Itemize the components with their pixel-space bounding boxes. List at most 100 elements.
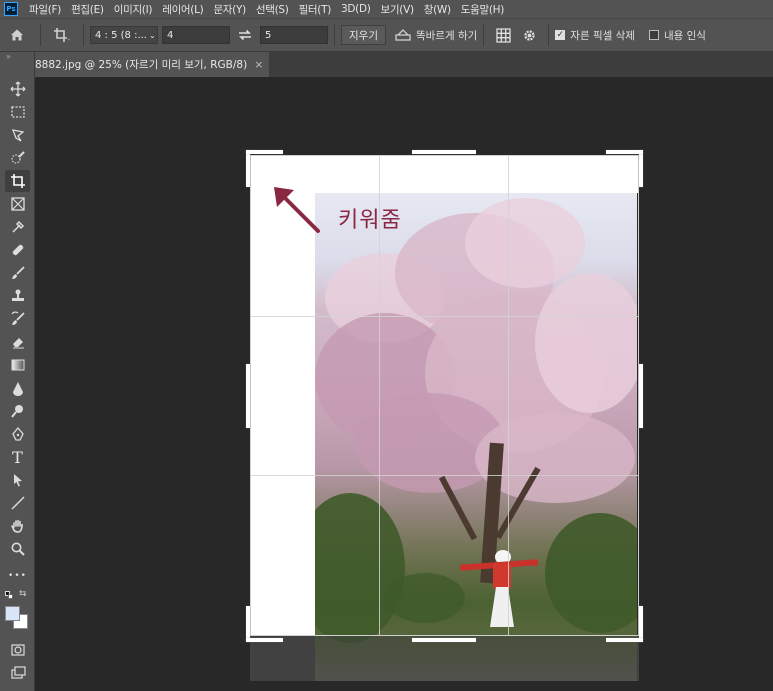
menu-filter[interactable]: 필터(T) <box>294 2 336 17</box>
separator <box>83 24 84 46</box>
stamp-icon <box>11 289 24 301</box>
crop-tool[interactable] <box>5 170 30 192</box>
healing-brush-tool[interactable] <box>5 239 30 261</box>
menu-window[interactable]: 창(W) <box>419 2 456 17</box>
crop-handle-bottom-left[interactable] <box>246 638 283 642</box>
delete-pixels-checkbox[interactable]: ✓ <box>555 30 566 40</box>
width-input[interactable]: 4 <box>162 26 230 44</box>
marquee-tool[interactable] <box>5 101 30 123</box>
gear-icon[interactable] <box>516 28 542 43</box>
lasso-icon <box>11 129 24 142</box>
dodge-tool[interactable] <box>5 400 30 422</box>
blur-tool[interactable] <box>5 377 30 399</box>
separator <box>548 24 550 46</box>
brush-tool[interactable] <box>5 262 30 284</box>
crop-handle-top-right[interactable] <box>606 150 643 154</box>
arrow-pointer-icon <box>13 474 22 487</box>
crop-handle-top-left[interactable] <box>246 150 250 187</box>
crop-grid-line <box>251 475 638 476</box>
bandage-icon <box>12 244 23 256</box>
aspect-ratio-value: 4 : 5 (8 :... <box>95 29 147 41</box>
line-icon <box>10 496 25 510</box>
dodge-icon <box>10 405 23 418</box>
crop-outside-shade <box>250 636 639 681</box>
delete-pixels-checkbox-group[interactable]: ✓ 자른 픽셀 삭제 <box>555 28 635 43</box>
line-tool[interactable] <box>5 492 30 514</box>
document-tab-bar: 8882.jpg @ 25% (자르기 미리 보기, RGB/8) × <box>35 52 773 77</box>
path-select-tool[interactable] <box>5 469 30 491</box>
crop-preset-icon[interactable] <box>47 27 77 43</box>
separator <box>483 24 485 46</box>
menu-layer[interactable]: 레이어(L) <box>157 2 208 17</box>
frame-tool[interactable] <box>5 193 30 215</box>
crop-grid-line <box>251 315 638 317</box>
crop-handle-bottom[interactable] <box>412 638 476 642</box>
separator <box>40 24 41 46</box>
crop-grid-line <box>508 156 510 635</box>
lasso-tool[interactable] <box>5 124 30 146</box>
crop-handle-bottom-left[interactable] <box>246 606 250 642</box>
clear-button[interactable]: 지우기 <box>341 25 386 45</box>
history-brush-tool[interactable] <box>5 308 30 330</box>
screen-mode-icon <box>10 666 26 679</box>
close-icon[interactable]: × <box>254 58 263 71</box>
hand-tool[interactable] <box>5 515 30 537</box>
foreground-color-swatch[interactable] <box>5 606 20 621</box>
straighten-icon[interactable] <box>390 28 416 42</box>
quick-mask-icon <box>10 644 25 656</box>
menu-help[interactable]: 도움말(H) <box>456 2 509 17</box>
gradient-tool[interactable] <box>5 354 30 376</box>
eraser-tool[interactable] <box>5 331 30 353</box>
default-colors-icon[interactable] <box>5 591 14 600</box>
menu-select[interactable]: 선택(S) <box>251 2 294 17</box>
quick-select-icon <box>10 151 25 164</box>
magnifier-icon <box>11 542 25 556</box>
stamp-tool[interactable] <box>5 285 30 307</box>
crop-handle-top-right[interactable] <box>639 150 643 187</box>
menu-3d[interactable]: 3D(D) <box>336 3 376 15</box>
eyedropper-tool[interactable] <box>5 216 30 238</box>
swap-icon[interactable] <box>230 29 260 41</box>
canvas-area[interactable]: 키워줌 <box>35 77 773 691</box>
move-tool[interactable] <box>5 78 30 100</box>
content-aware-checkbox[interactable] <box>648 30 659 40</box>
move-icon <box>10 81 25 97</box>
type-tool[interactable]: T <box>5 446 30 468</box>
pen-tool[interactable] <box>5 423 30 445</box>
photoshop-logo: Ps <box>4 2 18 16</box>
crop-handle-left[interactable] <box>246 364 250 428</box>
aspect-ratio-select[interactable]: 4 : 5 (8 :... ⌄ <box>90 26 158 44</box>
menu-view[interactable]: 보기(V) <box>376 2 419 17</box>
quick-mask-button[interactable] <box>5 639 30 661</box>
swap-colors-icon[interactable]: ⇆ <box>19 589 27 599</box>
hand-icon <box>10 519 23 533</box>
home-icon[interactable] <box>0 27 34 43</box>
overlay-grid-icon[interactable] <box>490 27 516 43</box>
more-tools-icon[interactable]: ••• <box>5 565 30 587</box>
crop-handle-top[interactable] <box>412 150 476 154</box>
separator <box>334 24 335 46</box>
annotation-arrow-icon <box>274 187 320 233</box>
straighten-label[interactable]: 똑바르게 하기 <box>416 28 477 43</box>
height-input[interactable]: 5 <box>260 26 328 44</box>
frame-icon <box>10 197 25 211</box>
menu-image[interactable]: 이미지(I) <box>109 2 157 17</box>
menu-file[interactable]: 파일(F) <box>24 2 66 17</box>
annotation-text: 키워줌 <box>338 208 402 233</box>
menu-edit[interactable]: 편집(E) <box>66 2 109 17</box>
quick-select-tool[interactable] <box>5 147 30 169</box>
document-tab[interactable]: 8882.jpg @ 25% (자르기 미리 보기, RGB/8) × <box>35 52 270 77</box>
gradient-icon <box>11 359 24 371</box>
crop-handle-right[interactable] <box>639 364 643 428</box>
panel-grip[interactable]: » <box>0 52 34 62</box>
screen-mode-button[interactable] <box>5 662 30 684</box>
crop-handle-top-left[interactable] <box>246 150 283 154</box>
crop-handle-bottom-right[interactable] <box>606 638 643 642</box>
delete-pixels-label: 자른 픽셀 삭제 <box>570 29 635 42</box>
content-aware-checkbox-group[interactable]: 내용 인식 <box>648 28 706 43</box>
tools-panel: » T ••• ⇆ <box>0 52 35 691</box>
menu-type[interactable]: 문자(Y) <box>208 2 250 17</box>
crop-handle-bottom-right[interactable] <box>639 606 643 642</box>
zoom-tool[interactable] <box>5 538 30 560</box>
brush-icon <box>11 266 25 279</box>
